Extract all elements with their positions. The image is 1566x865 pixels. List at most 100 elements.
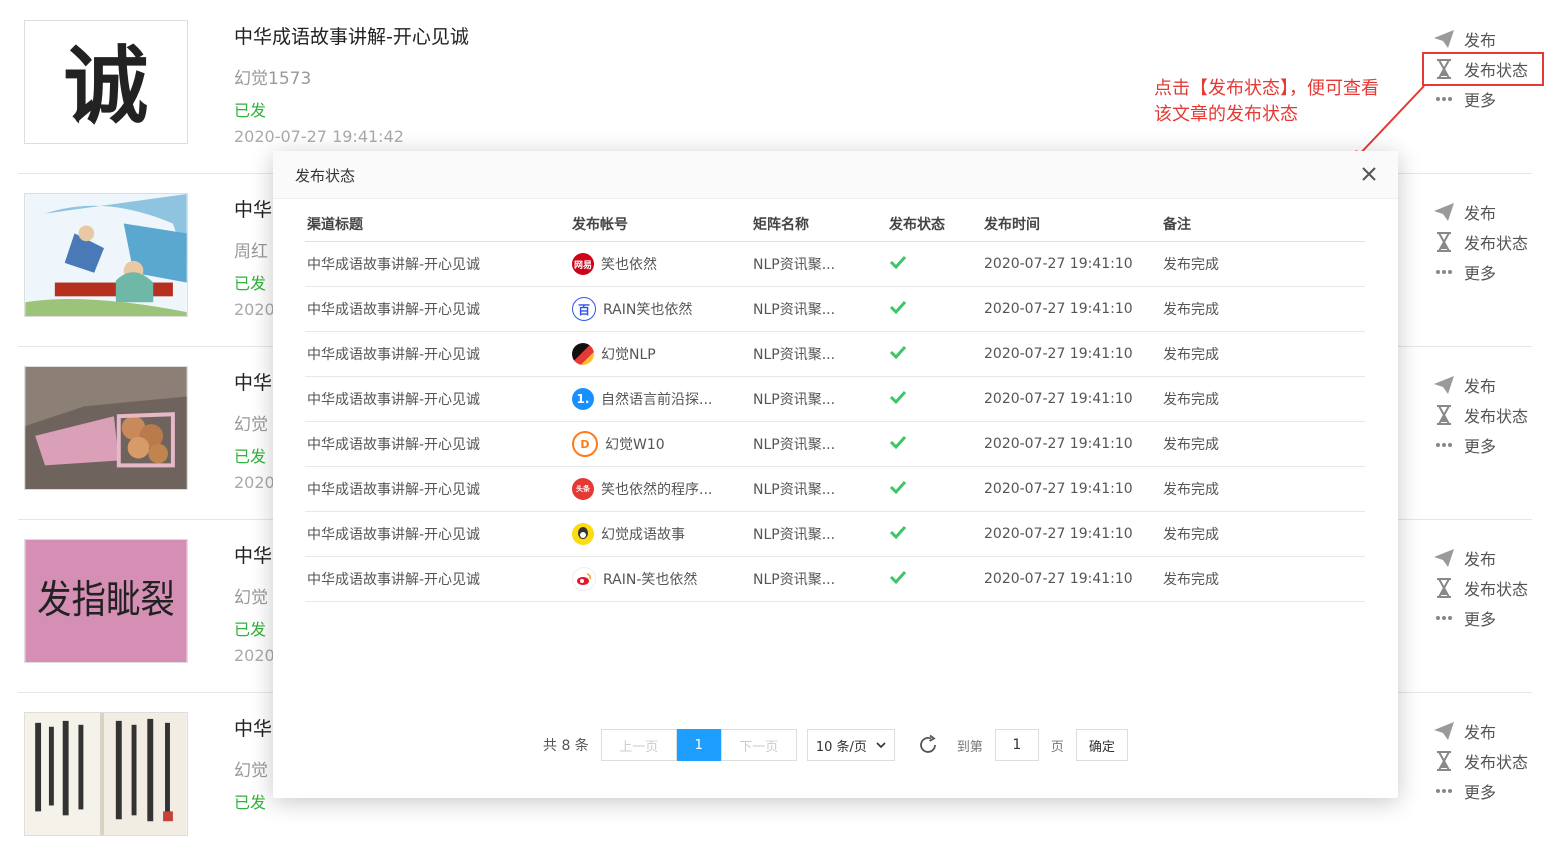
publish-button[interactable]: 发布	[1434, 24, 1542, 54]
article-title[interactable]: 中华成语故事讲解-开心见诚	[234, 22, 469, 49]
illustration-image	[25, 194, 187, 316]
channel-title-cell: 中华成语故事讲解-开心见诚	[307, 392, 481, 408]
svg-text:诚: 诚	[64, 36, 149, 135]
article-actions: 发布 发布状态 更多	[1434, 543, 1542, 633]
channel-title-cell: 中华成语故事讲解-开心见诚	[307, 482, 481, 498]
more-button[interactable]: 更多	[1434, 257, 1542, 287]
account-cell: 幻觉成语故事	[572, 523, 753, 545]
prev-page-button[interactable]: 上一页	[600, 729, 677, 761]
time-cell: 2020-07-27 19:41:10	[984, 436, 1133, 452]
article-actions: 发布 发布状态 更多	[1422, 24, 1544, 114]
publish-button[interactable]: 发布	[1434, 716, 1542, 746]
weibo-icon	[572, 567, 596, 591]
account-cell: 头条 笑也依然的程序...	[572, 478, 753, 500]
send-icon	[1434, 375, 1454, 395]
check-icon	[889, 570, 907, 585]
publish-label: 发布	[1464, 550, 1497, 569]
matrix-cell: NLP资讯聚...	[753, 347, 836, 363]
note-cell: 发布完成	[1163, 302, 1219, 318]
column-header: 发布时间	[984, 217, 1040, 233]
channel-title-cell: 中华成语故事讲解-开心见诚	[307, 347, 481, 363]
article-status: 已发	[234, 101, 267, 120]
article-title[interactable]: 中华	[234, 541, 272, 568]
account-name: 笑也依然的程序...	[601, 482, 713, 498]
channel-title-cell: 中华成语故事讲解-开心见诚	[307, 527, 481, 543]
article-title[interactable]: 中华	[234, 195, 272, 222]
article-status: 已发	[234, 620, 267, 639]
note-cell: 发布完成	[1163, 572, 1219, 588]
publish-button[interactable]: 发布	[1434, 543, 1542, 573]
more-button[interactable]: 更多	[1434, 84, 1542, 114]
send-icon	[1434, 721, 1454, 741]
publish-status-button[interactable]: 发布状态	[1434, 400, 1542, 430]
more-button[interactable]: 更多	[1434, 603, 1542, 633]
channel-title-cell: 中华成语故事讲解-开心见诚	[307, 437, 481, 453]
table-row: 中华成语故事讲解-开心见诚 D 幻觉W10 NLP资讯聚... 2020-07-…	[305, 422, 1365, 467]
publish-status-button[interactable]: 发布状态	[1434, 746, 1542, 776]
publish-button[interactable]: 发布	[1434, 370, 1542, 400]
page-size-select[interactable]: 10 条/页	[806, 729, 895, 761]
page-1-button[interactable]: 1	[676, 729, 721, 761]
confirm-button[interactable]: 确定	[1075, 729, 1128, 761]
publish-status-button[interactable]: 发布状态	[1434, 227, 1542, 257]
calligraphy-image: 发指眦裂	[25, 540, 187, 662]
matrix-cell: NLP资讯聚...	[753, 302, 836, 318]
baidu-icon: 百	[572, 297, 596, 321]
article-status: 已发	[234, 793, 267, 812]
publish-label: 发布	[1464, 31, 1497, 50]
account-name: 笑也依然	[601, 257, 657, 273]
article-thumbnail[interactable]: 发指眦裂	[24, 539, 188, 663]
goto-label: 到第	[956, 739, 983, 755]
toutiao-icon: 头条	[572, 478, 594, 500]
publish-status-button[interactable]: 发布状态	[1434, 573, 1542, 603]
status-cell	[889, 388, 984, 410]
publish-status-label: 发布状态	[1464, 407, 1529, 426]
publish-label: 发布	[1464, 204, 1497, 223]
article-actions: 发布 发布状态 更多	[1434, 370, 1542, 460]
publish-status-label: 发布状态	[1464, 234, 1529, 253]
article-title[interactable]: 中华	[234, 714, 272, 741]
note-cell: 发布完成	[1163, 527, 1219, 543]
close-icon[interactable]	[1358, 163, 1380, 185]
table-row: 中华成语故事讲解-开心见诚 网易 笑也依然 NLP资讯聚... 2020-07-…	[305, 242, 1365, 287]
publish-status-button[interactable]: 发布状态	[1422, 52, 1544, 86]
account-name: 自然语言前沿探...	[601, 392, 713, 408]
status-cell	[889, 253, 984, 275]
table-row: 中华成语故事讲解-开心见诚 幻觉成语故事 NLP资讯聚... 2020-07-2…	[305, 512, 1365, 557]
article-thumbnail[interactable]	[24, 193, 188, 317]
more-dots-icon	[1434, 608, 1454, 628]
note-cell: 发布完成	[1163, 257, 1219, 273]
article-thumbnail[interactable]: 诚	[24, 20, 188, 144]
note-cell: 发布完成	[1163, 392, 1219, 408]
account-name: 幻觉W10	[605, 437, 665, 453]
check-icon	[889, 390, 907, 405]
publish-button[interactable]: 发布	[1434, 197, 1542, 227]
send-icon	[1434, 29, 1454, 49]
publish-label: 发布	[1464, 377, 1497, 396]
yidian-icon: 1.	[572, 388, 594, 410]
send-icon	[1434, 548, 1454, 568]
refresh-icon[interactable]	[917, 734, 939, 756]
article-author: 幻觉	[234, 415, 268, 435]
status-cell	[889, 433, 984, 455]
column-header: 矩阵名称	[753, 217, 809, 233]
article-title[interactable]: 中华	[234, 368, 272, 395]
more-dots-icon	[1434, 89, 1454, 109]
page-unit-label: 页	[1050, 739, 1064, 755]
article-thumbnail[interactable]	[24, 366, 188, 490]
goto-page-input[interactable]: 1	[994, 729, 1039, 761]
next-page-button[interactable]: 下一页	[720, 729, 797, 761]
page-size-label: 10 条/页	[815, 739, 867, 755]
qq-icon	[572, 523, 594, 545]
more-label: 更多	[1464, 437, 1497, 456]
more-button[interactable]: 更多	[1434, 430, 1542, 460]
account-name: RAIN-笑也依然	[603, 572, 698, 588]
annotation-text: 点击【发布状态】，便可查看该文章的发布状态	[1154, 78, 1379, 125]
table-row: 中华成语故事讲解-开心见诚 百 RAIN笑也依然 NLP资讯聚... 2020-…	[305, 287, 1365, 332]
table-row: 中华成语故事讲解-开心见诚 1. 自然语言前沿探... NLP资讯聚... 20…	[305, 377, 1365, 422]
table-row: 中华成语故事讲解-开心见诚 RAIN-笑也依然 NLP资讯聚... 2020-0…	[305, 557, 1365, 602]
matrix-cell: NLP资讯聚...	[753, 392, 836, 408]
more-button[interactable]: 更多	[1434, 776, 1542, 806]
hourglass-icon	[1434, 59, 1454, 79]
article-thumbnail[interactable]	[24, 712, 188, 836]
